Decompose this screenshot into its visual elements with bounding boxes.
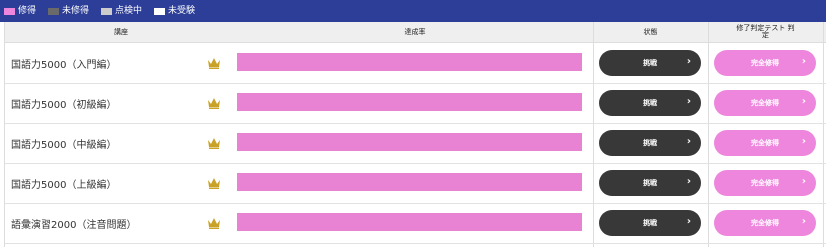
chevron-right-icon: › — [801, 216, 806, 227]
complete-button-label: 完全修得 — [751, 99, 779, 107]
legend-item-checking: 点検中 — [101, 5, 143, 16]
complete-button-label: 完全修得 — [751, 59, 779, 67]
legend-label: 修得 — [18, 5, 37, 16]
chevron-right-icon: › — [686, 96, 691, 107]
crown-icon — [207, 95, 221, 109]
course-table: 講座 達成率 状態 修了判定テスト 判定 国語力5000（入門編） 挑戦 › 完全修得… — [4, 22, 826, 247]
crown-icon — [207, 135, 221, 149]
legend-swatch — [4, 7, 15, 15]
chevron-right-icon: › — [801, 136, 806, 147]
legend-item-not-mastered: 未修得 — [48, 5, 90, 16]
challenge-button-label: 挑戦 — [643, 219, 657, 227]
header-progress: 達成率 — [404, 27, 426, 36]
challenge-button[interactable]: 挑戦 › — [599, 90, 701, 116]
legend-bar: 修得 未修得 点検中 未受験 — [0, 0, 826, 22]
complete-button-label: 完全修得 — [751, 219, 779, 227]
legend-swatch — [101, 7, 113, 15]
header-status: 状態 — [643, 27, 658, 36]
course-name: 国語力5000（初級編） — [11, 99, 117, 111]
table-row: 語彙演習2000（注音問題） 挑戦 › 完全修得 › — [5, 203, 826, 244]
challenge-button-label: 挑戦 — [643, 99, 657, 107]
legend-label: 未修得 — [62, 5, 90, 16]
chevron-right-icon: › — [686, 216, 691, 227]
challenge-button[interactable]: 挑戦 › — [599, 130, 701, 156]
challenge-button-label: 挑戦 — [643, 139, 657, 147]
table-row: 国語力5000（入門編） 挑戦 › 完全修得 › — [5, 43, 826, 84]
legend-item-not-taken: 未受験 — [154, 5, 196, 16]
progress-bar — [237, 93, 582, 111]
chevron-right-icon: › — [686, 136, 691, 147]
challenge-button[interactable]: 挑戦 › — [599, 170, 701, 196]
crown-icon — [207, 55, 221, 69]
header-course: 講座 — [114, 27, 128, 36]
challenge-button[interactable]: 挑戦 › — [599, 50, 701, 76]
chevron-right-icon: › — [801, 96, 806, 107]
course-name: 語彙演習2000（注音問題） — [11, 219, 137, 231]
chevron-right-icon: › — [686, 176, 691, 187]
legend-swatch — [48, 7, 60, 15]
progress-bar — [237, 133, 582, 151]
complete-button-label: 完全修得 — [751, 139, 779, 147]
crown-icon — [207, 215, 221, 229]
complete-mastery-button[interactable]: 完全修得 › — [714, 90, 816, 116]
table-row: 国語力5000（上級編） 挑戦 › 完全修得 › — [5, 163, 826, 204]
complete-mastery-button[interactable]: 完全修得 › — [714, 130, 816, 156]
legend-item-mastered: 修得 — [4, 5, 37, 16]
legend-label: 未受験 — [168, 5, 196, 16]
table-row: 国語力5000（初級編） 挑戦 › 完全修得 › — [5, 83, 826, 124]
legend-swatch — [154, 7, 166, 15]
challenge-button-label: 挑戦 — [643, 179, 657, 187]
table-row: 国語力5000（中級編） 挑戦 › 完全修得 › — [5, 123, 826, 164]
table-header: 講座 達成率 状態 修了判定テスト 判定 — [5, 22, 826, 43]
legend-label: 点検中 — [115, 5, 143, 16]
progress-bar — [237, 213, 582, 231]
progress-bar — [237, 173, 582, 191]
chevron-right-icon: › — [801, 56, 806, 67]
header-test: 修了判定テスト 判定 — [736, 24, 795, 39]
complete-mastery-button[interactable]: 完全修得 › — [714, 170, 816, 196]
challenge-button-label: 挑戦 — [643, 59, 657, 67]
challenge-button[interactable]: 挑戦 › — [599, 210, 701, 236]
course-name: 国語力5000（入門編） — [11, 59, 117, 71]
complete-mastery-button[interactable]: 完全修得 › — [714, 50, 816, 76]
chevron-right-icon: › — [686, 56, 691, 67]
complete-mastery-button[interactable]: 完全修得 › — [714, 210, 816, 236]
course-name: 国語力5000（上級編） — [11, 179, 117, 191]
course-name: 国語力5000（中級編） — [11, 139, 117, 151]
crown-icon — [207, 175, 221, 189]
chevron-right-icon: › — [801, 176, 806, 187]
progress-bar — [237, 53, 582, 71]
complete-button-label: 完全修得 — [751, 179, 779, 187]
